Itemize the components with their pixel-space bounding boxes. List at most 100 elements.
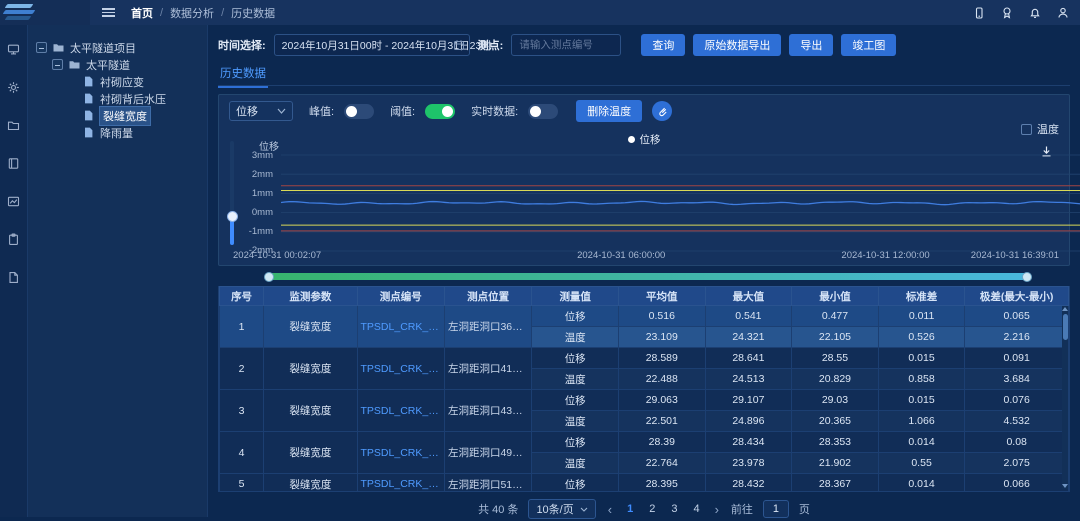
page-size-select[interactable]: 10条/页 <box>528 499 595 519</box>
tree-leaf-label[interactable]: 衬砌应变 <box>100 74 144 90</box>
delete-temperature-button[interactable]: 删除温度 <box>576 100 642 122</box>
tree-leaf-label[interactable]: 衬砌背后水压 <box>100 91 166 107</box>
cell-no: 2 <box>220 348 264 390</box>
tab-history-data[interactable]: 历史数据 <box>218 65 268 88</box>
cell-max: 0.541 <box>705 306 792 327</box>
table-row[interactable]: 3 裂缝宽度 TPSDL_CRK_K0+435... 左洞距洞口435米处左..… <box>220 390 1069 411</box>
tree-leaf-label-selected[interactable]: 裂缝宽度 <box>100 107 150 125</box>
breadcrumb-item[interactable]: 历史数据 <box>231 5 275 21</box>
range-slider-handle-right[interactable] <box>1022 272 1032 282</box>
line-chart[interactable] <box>281 151 1080 255</box>
tree-leaf-rainfall[interactable]: 降雨量 <box>36 124 201 141</box>
point-code-link[interactable]: TPSDL_CRK_K0+435... <box>357 390 444 432</box>
bell-icon[interactable] <box>1027 5 1042 20</box>
document-icon[interactable] <box>7 271 21 285</box>
threshold-toggle[interactable] <box>425 104 455 119</box>
page-number-2[interactable]: 2 <box>646 503 658 515</box>
page-number-4[interactable]: 4 <box>690 503 702 515</box>
tree-node-tunnel[interactable]: 太平隧道 <box>36 56 201 73</box>
asbuilt-drawing-button[interactable]: 竣工图 <box>841 34 896 56</box>
cell-param: 裂缝宽度 <box>264 474 357 493</box>
tree-node-label[interactable]: 太平隧道项目 <box>70 40 136 56</box>
range-slider-track[interactable] <box>268 273 1028 280</box>
cell-avg: 28.39 <box>618 432 705 453</box>
cell-metric: 位移 <box>532 432 619 453</box>
point-code-link[interactable]: TPSDL_CRK_K0+415... <box>357 348 444 390</box>
goto-page-input[interactable] <box>763 500 789 518</box>
cell-range: 0.066 <box>965 474 1069 493</box>
metric-select[interactable]: 位移 <box>229 101 293 121</box>
tree-leaf-label[interactable]: 降雨量 <box>100 125 133 141</box>
scroll-down-icon[interactable] <box>1062 484 1068 488</box>
tree-node-project[interactable]: 太平隧道项目 <box>36 39 201 56</box>
gear-icon[interactable] <box>7 81 21 95</box>
export-button[interactable]: 导出 <box>789 34 833 56</box>
monitoring-data-table: 序号 监测参数 测点编号 测点位置 测量值 平均值 最大值 最小值 标准差 极差… <box>219 286 1069 492</box>
scrollbar-thumb[interactable] <box>1063 314 1068 340</box>
next-page-icon[interactable]: › <box>713 502 721 517</box>
point-search-input[interactable] <box>511 34 621 56</box>
threshold-toggle-label: 阈值: <box>390 103 415 119</box>
pagination: 共 40 条 10条/页 ‹ 1 2 3 4 › 前往 页 <box>218 497 1070 521</box>
x-axis-labels: 2024-10-31 00:02:07 2024-10-31 06:00:00 … <box>233 250 1059 262</box>
user-icon[interactable] <box>1055 5 1070 20</box>
tree-leaf-lining-strain[interactable]: 衬砌应变 <box>36 73 201 90</box>
menu-toggle-icon[interactable] <box>102 8 115 17</box>
cell-std: 0.015 <box>878 390 965 411</box>
cell-avg: 28.589 <box>618 348 705 369</box>
vertical-slider-thumb[interactable] <box>227 211 238 222</box>
point-code-link[interactable]: TPSDL_CRK_K0+498... <box>357 432 444 474</box>
date-range-input[interactable]: 2024年10月31日00时 - 2024年10月31日23时 <box>274 34 470 56</box>
peak-toggle[interactable] <box>344 104 374 119</box>
breadcrumb-home[interactable]: 首页 <box>131 5 153 21</box>
y-tick: -1mm <box>231 226 273 237</box>
cell-location: 左洞距洞口361米处左... <box>444 306 531 348</box>
prev-page-icon[interactable]: ‹ <box>606 502 614 517</box>
table-row[interactable]: 1 裂缝宽度 TPSDL_CRK_K0+361... 左洞距洞口361米处左..… <box>220 306 1069 327</box>
col-header: 平均值 <box>618 287 705 306</box>
range-slider-handle-left[interactable] <box>264 272 274 282</box>
chart-icon[interactable] <box>7 195 21 209</box>
chart-legend[interactable]: 位移 <box>219 132 1069 147</box>
cell-max: 28.432 <box>705 474 792 493</box>
table-row[interactable]: 2 裂缝宽度 TPSDL_CRK_K0+415... 左洞距洞口415米处左..… <box>220 348 1069 369</box>
collapse-icon[interactable] <box>36 42 47 53</box>
cell-std: 0.526 <box>878 327 965 348</box>
page-number-3[interactable]: 3 <box>668 503 680 515</box>
raw-export-button[interactable]: 原始数据导出 <box>693 34 781 56</box>
cell-avg: 22.488 <box>618 369 705 390</box>
total-count: 共 40 条 <box>478 501 518 517</box>
tree-node-label[interactable]: 太平隧道 <box>86 57 130 73</box>
cell-no: 3 <box>220 390 264 432</box>
monitor-icon[interactable] <box>7 43 21 57</box>
badge-icon[interactable] <box>999 5 1014 20</box>
cell-metric: 温度 <box>532 411 619 432</box>
x-tick: 2024-10-31 12:00:00 <box>841 250 929 261</box>
tree-leaf-crack-width[interactable]: 裂缝宽度 <box>36 107 201 124</box>
clipboard-icon[interactable] <box>7 233 21 247</box>
calendar-icon[interactable] <box>453 39 465 54</box>
mobile-icon[interactable] <box>971 5 986 20</box>
breadcrumb-item[interactable]: 数据分析 <box>170 5 214 21</box>
realtime-toggle-label: 实时数据: <box>471 103 518 119</box>
book-icon[interactable] <box>7 157 21 171</box>
scroll-up-icon[interactable] <box>1062 307 1068 311</box>
collapse-icon[interactable] <box>52 59 63 70</box>
attachment-button[interactable] <box>652 101 672 121</box>
table-scrollbar[interactable] <box>1062 306 1068 489</box>
point-code-link[interactable]: TPSDL_CRK_K0+361... <box>357 306 444 348</box>
folder-icon[interactable] <box>7 119 21 133</box>
page-number-1[interactable]: 1 <box>624 503 636 515</box>
cell-min: 29.03 <box>792 390 879 411</box>
table-row[interactable]: 5 裂缝宽度 TPSDL_CRK_K0+514... 左洞距洞口514米处左..… <box>220 474 1069 493</box>
point-code-link[interactable]: TPSDL_CRK_K0+514... <box>357 474 444 493</box>
realtime-toggle[interactable] <box>528 104 558 119</box>
table-row[interactable]: 4 裂缝宽度 TPSDL_CRK_K0+498... 左洞距洞口498米处左..… <box>220 432 1069 453</box>
cell-location: 左洞距洞口415米处左... <box>444 348 531 390</box>
cell-range: 4.532 <box>965 411 1069 432</box>
query-button[interactable]: 查询 <box>641 34 685 56</box>
tree-leaf-water-pressure[interactable]: 衬砌背后水压 <box>36 90 201 107</box>
cell-min: 28.55 <box>792 348 879 369</box>
vertical-zoom-slider[interactable] <box>230 141 234 243</box>
cell-max: 28.641 <box>705 348 792 369</box>
